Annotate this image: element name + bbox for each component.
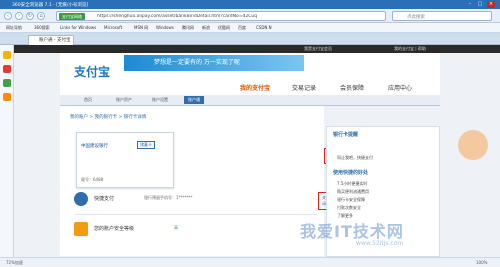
secure-badge: 支付宝网络: [59, 13, 85, 20]
mascot-icon[interactable]: [458, 130, 488, 160]
benefit-item: 付款次数安全: [337, 205, 361, 210]
benefits-title: 使用快捷的好处: [333, 170, 369, 176]
window-title: 360安全浏览器 7.1 - [无痕/小号浏览]: [12, 3, 89, 8]
bookmark-item[interactable]: CSDN.N: [256, 25, 272, 30]
bookmark-item[interactable]: 新浪: [202, 25, 210, 31]
card-type-badge: 储蓄卡: [137, 141, 155, 149]
nav-apps[interactable]: 应用中心: [388, 83, 412, 92]
address-bar: ‹ › ↻ ⌂ 支付宝网络 https://shenghuo.alipay.co…: [0, 9, 500, 23]
breadcrumb[interactable]: 我的账户 > 我的银行卡 > 银行卡详情: [70, 114, 146, 120]
top-strip: 我是支付宝会员 我的支付宝 | 帮助: [14, 45, 500, 53]
search-placeholder: 点此搜索: [407, 15, 425, 20]
security-level: 高: [174, 225, 178, 230]
refresh-icon[interactable]: ↻: [26, 12, 34, 20]
bookmark-item[interactable]: 百度: [238, 25, 246, 31]
bookmark-item[interactable]: Links for Windows: [60, 25, 96, 30]
divider: [74, 214, 316, 215]
game-icon[interactable]: [3, 93, 11, 101]
bank-card: 中国建设银行 储蓄卡 尾号：6488: [76, 132, 174, 188]
close-icon[interactable]: ×: [487, 1, 495, 8]
subnav-home[interactable]: 首页: [84, 97, 92, 103]
shield-icon: [74, 222, 88, 236]
left-sidebar: [0, 45, 14, 257]
watermark: 我爱IT技术网: [300, 222, 404, 241]
title-bar: 360安全浏览器 7.1 - [无痕/小号浏览] – □ ×: [0, 0, 500, 9]
bookmark-item[interactable]: MSN 网: [134, 25, 148, 31]
bookmark-item[interactable]: 优酷网: [218, 25, 230, 31]
bookmark-item[interactable]: Windows: [156, 25, 174, 30]
nav-protection[interactable]: 会员保障: [340, 83, 364, 92]
bookmark-item[interactable]: 网址导航: [6, 25, 22, 31]
row-label: 快捷支付: [94, 196, 115, 202]
nav-transactions[interactable]: 交易记录: [292, 83, 316, 92]
forward-icon[interactable]: ›: [15, 12, 23, 20]
site-header: 支付宝 梦想是一定要有的 万一实现了呢 我的支付宝 交易记录 会员保障 应用中心: [60, 53, 440, 95]
quickpay-row: 快捷支付 银行预留手机号：1******* 关闭: [74, 192, 330, 212]
watermark-url: www.52itjs.com: [356, 240, 404, 247]
weibo-icon[interactable]: [3, 65, 11, 73]
url-field[interactable]: 支付宝网络 https://shenghuo.alipay.com/asset/…: [56, 11, 386, 21]
bookmark-item[interactable]: 360搜索: [34, 25, 50, 31]
sub-nav: 首页 账户资产 账户设置 账户通: [60, 95, 440, 106]
bank-name: 中国建设银行: [81, 144, 108, 149]
top-links[interactable]: 我的支付宝 | 帮助: [394, 46, 426, 52]
right-item[interactable]: 同让我吧，快捷支付: [337, 155, 373, 161]
bookmark-item[interactable]: 腾讯网: [182, 25, 194, 31]
app-icon[interactable]: [3, 79, 11, 87]
bookmarks-bar: 网址导航 360搜索 Links for Windows Microsoft M…: [0, 23, 500, 33]
status-left: 72%加速: [6, 260, 23, 265]
nav-my-alipay[interactable]: 我的支付宝: [240, 83, 270, 92]
tab-label: 账户通 - 支付宝: [39, 38, 71, 43]
bookmark-item[interactable]: Microsoft: [104, 25, 122, 30]
quickpay-icon: [74, 192, 88, 206]
banner-text: 梦想是一定要有的 万一实现了呢: [154, 59, 240, 66]
card-number: 尾号：6488: [81, 177, 104, 182]
maximize-icon[interactable]: □: [476, 1, 484, 8]
banner: 梦想是一定要有的 万一实现了呢: [124, 55, 304, 71]
row-desc: 银行预留手机号：1*******: [144, 195, 193, 200]
benefit-item: 购买便利流通费用: [337, 189, 369, 194]
star-icon[interactable]: [3, 51, 11, 59]
security-row: 您的账户安全等级 高: [74, 222, 316, 242]
alipay-logo[interactable]: 支付宝: [74, 63, 110, 80]
search-input[interactable]: 点此搜索: [392, 11, 492, 21]
back-icon[interactable]: ‹: [4, 12, 12, 20]
tab-alipay[interactable]: 账户通 - 支付宝: [28, 35, 74, 45]
benefit-item: 银行卡安全保障: [337, 197, 365, 202]
benefit-item: 7.5小时便捷实时: [337, 181, 368, 186]
subnav-assets[interactable]: 账户资产: [116, 97, 132, 103]
url-text[interactable]: https://shenghuo.alipay.com/asset/bankBi…: [97, 14, 377, 19]
zoom-level[interactable]: 100%: [476, 260, 487, 265]
row-label: 您的账户安全等级: [94, 226, 135, 232]
tab-bar: 账户通 - 支付宝: [0, 33, 500, 45]
status-bar: 72%加速 100%: [0, 257, 500, 267]
main-content: 我的账户 > 我的银行卡 > 银行卡详情 中国建设银行 储蓄卡 尾号：6488 …: [60, 106, 334, 256]
right-title: 银行卡提醒: [333, 132, 359, 138]
minimize-icon[interactable]: –: [466, 1, 474, 8]
subnav-account-tong[interactable]: 账户通: [184, 96, 204, 104]
member-text: 我是支付宝会员: [304, 46, 332, 51]
subnav-settings[interactable]: 账户设置: [152, 97, 168, 103]
home-icon[interactable]: ⌂: [37, 12, 45, 20]
